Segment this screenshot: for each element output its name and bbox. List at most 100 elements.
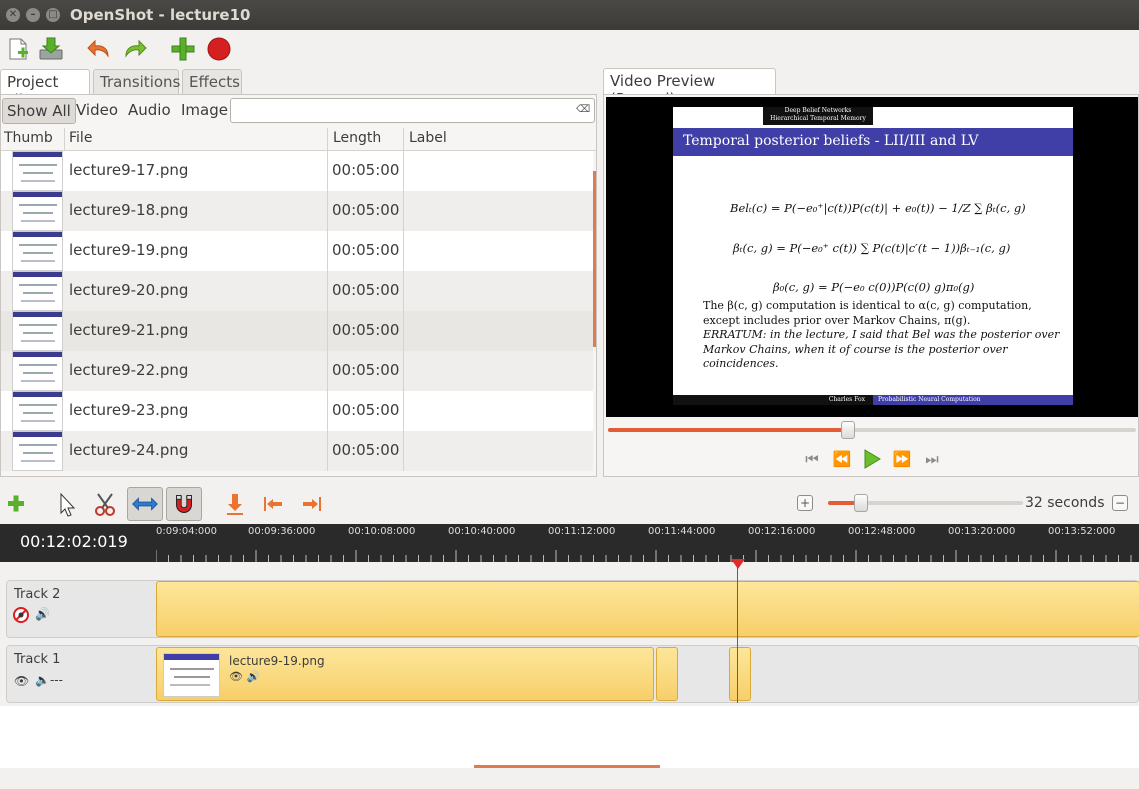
- fast-forward-icon[interactable]: ⏩: [891, 450, 913, 468]
- tab-transitions[interactable]: Transitions: [93, 69, 180, 95]
- tab-video-preview[interactable]: Video Preview (Paused): [603, 68, 776, 108]
- slide-equation-2: βₜ(c, g) = P(−e₀⁺ c(t)) ∑ P(c(t)|c′(t − …: [733, 241, 1011, 255]
- title-bar: ✕ – □ OpenShot - lecture10: [0, 0, 1139, 30]
- minimize-icon[interactable]: –: [26, 8, 40, 22]
- add-marker-icon[interactable]: [217, 487, 253, 521]
- undo-icon[interactable]: [86, 36, 112, 62]
- play-icon[interactable]: [862, 449, 882, 469]
- clip[interactable]: [156, 581, 1139, 637]
- table-row[interactable]: lecture9-20.png 00:05:00: [1, 271, 593, 311]
- column-label[interactable]: Label: [409, 130, 447, 146]
- tick-label: 00:09:36:000: [248, 526, 316, 537]
- pointer-icon[interactable]: [48, 487, 84, 521]
- file-thumbnail: [12, 351, 63, 391]
- clip[interactable]: [729, 647, 751, 701]
- track-1-area: lecture9-19.png 👁 🔊: [156, 646, 1139, 702]
- column-file[interactable]: File: [69, 130, 92, 146]
- zoom-label: 32 seconds: [1025, 495, 1105, 511]
- razor-icon[interactable]: [88, 487, 124, 521]
- muted-speaker-icon[interactable]: 🔈---: [35, 673, 63, 687]
- filter-image[interactable]: Image: [177, 98, 232, 124]
- slide-body-line: except includes prior over Markov Chains…: [703, 313, 971, 327]
- maximize-icon[interactable]: □: [46, 8, 60, 22]
- status-bar: [0, 768, 1139, 789]
- zoom-handle[interactable]: [854, 494, 869, 512]
- speaker-icon[interactable]: 🔊: [35, 607, 50, 621]
- import-files-icon[interactable]: [170, 36, 196, 62]
- tick-label: 00:12:48:000: [848, 526, 916, 537]
- file-thumbnail: [12, 311, 63, 351]
- file-name: lecture9-22.png: [69, 361, 189, 379]
- playhead-handle[interactable]: [731, 559, 745, 569]
- jump-start-icon[interactable]: ⏮: [801, 450, 823, 468]
- filter-show-all[interactable]: Show All: [2, 98, 76, 124]
- export-video-icon[interactable]: [206, 36, 232, 62]
- clear-search-icon[interactable]: ⌫: [576, 103, 590, 117]
- clip-eye-icon[interactable]: 👁 🔊: [229, 670, 260, 683]
- column-thumb[interactable]: Thumb: [4, 130, 53, 146]
- table-row[interactable]: lecture9-18.png 00:05:00: [1, 191, 593, 231]
- clip-lecture9-19[interactable]: lecture9-19.png 👁 🔊: [156, 647, 654, 701]
- clip-label: lecture9-19.png: [229, 654, 325, 668]
- table-row[interactable]: lecture9-23.png 00:05:00: [1, 391, 593, 431]
- column-length[interactable]: Length: [333, 130, 381, 146]
- file-length: 00:05:00: [332, 201, 400, 219]
- filter-audio[interactable]: Audio: [124, 98, 175, 124]
- next-marker-icon[interactable]: [294, 487, 330, 521]
- file-name: lecture9-20.png: [69, 281, 189, 299]
- slide-footer: Charles Fox Probabilistic Neural Computa…: [673, 395, 1073, 405]
- video-canvas: Deep Belief Networks Hierarchical Tempor…: [606, 97, 1138, 417]
- file-name: lecture9-17.png: [69, 161, 189, 179]
- new-project-icon[interactable]: [5, 36, 31, 62]
- slide-body-line: Markov Chains, when it of course is the …: [703, 342, 1008, 371]
- file-thumbnail: [12, 191, 63, 231]
- rewind-icon[interactable]: ⏪: [831, 450, 853, 468]
- file-name: lecture9-21.png: [69, 321, 189, 339]
- filter-video[interactable]: Video: [72, 98, 122, 124]
- magnet-icon[interactable]: [166, 487, 202, 521]
- track-name: Track 1: [14, 652, 61, 667]
- previous-marker-icon[interactable]: [255, 487, 291, 521]
- tick-label: 00:13:20:000: [948, 526, 1016, 537]
- file-name: lecture9-19.png: [69, 241, 189, 259]
- add-track-icon[interactable]: [0, 487, 36, 521]
- tick-label: 00:11:44:000: [648, 526, 716, 537]
- seek-bar[interactable]: [608, 428, 1136, 432]
- file-length: 00:05:00: [332, 281, 400, 299]
- file-length: 00:05:00: [332, 401, 400, 419]
- file-name: lecture9-23.png: [69, 401, 189, 419]
- tab-effects[interactable]: Effects: [182, 69, 242, 95]
- table-row[interactable]: lecture9-22.png 00:05:00: [1, 351, 593, 391]
- save-project-icon[interactable]: [38, 36, 64, 62]
- tick-label: 00:13:52:000: [1048, 526, 1116, 537]
- snap-arrows-icon[interactable]: [127, 487, 163, 521]
- track-2-area: [156, 581, 1139, 637]
- eye-icon[interactable]: 👁: [14, 674, 29, 688]
- tab-project-files[interactable]: Project Files: [0, 69, 90, 109]
- playhead[interactable]: [737, 560, 738, 703]
- table-row[interactable]: lecture9-21.png 00:05:00: [1, 311, 593, 351]
- redo-icon[interactable]: [122, 36, 148, 62]
- files-scrollbar[interactable]: [593, 171, 596, 347]
- timeline-ruler[interactable]: 00:12:02:019 0:09:04:000 00:09:36:000 00…: [0, 524, 1139, 562]
- close-icon[interactable]: ✕: [6, 8, 20, 22]
- track-2[interactable]: Track 2 🔊: [6, 580, 1139, 638]
- table-row[interactable]: lecture9-19.png 00:05:00: [1, 231, 593, 271]
- seek-handle[interactable]: [841, 421, 856, 439]
- file-length: 00:05:00: [332, 321, 400, 339]
- tick-label: 00:11:12:000: [548, 526, 616, 537]
- track-1[interactable]: Track 1 👁 🔈--- lecture9-19.png 👁 🔊: [6, 645, 1139, 703]
- slide-top-line1: Deep Belief Networks: [784, 107, 852, 114]
- table-row[interactable]: lecture9-17.png 00:05:00: [1, 151, 593, 191]
- files-list: lecture9-17.png 00:05:00 lecture9-18.png…: [1, 151, 593, 476]
- slide-body-line: ERRATUM: in the lecture, I said that Bel…: [703, 328, 1060, 341]
- hidden-eye-icon[interactable]: [13, 607, 29, 623]
- clip[interactable]: [656, 647, 678, 701]
- zoom-out-icon[interactable]: −: [1112, 495, 1128, 511]
- slide-footer-left: Charles Fox: [673, 395, 873, 405]
- file-length: 00:05:00: [332, 161, 400, 179]
- zoom-in-icon[interactable]: +: [797, 495, 813, 511]
- jump-end-icon[interactable]: ⏭: [921, 450, 943, 468]
- table-row[interactable]: lecture9-24.png 00:05:00: [1, 431, 593, 471]
- search-input[interactable]: ⌫: [230, 98, 595, 123]
